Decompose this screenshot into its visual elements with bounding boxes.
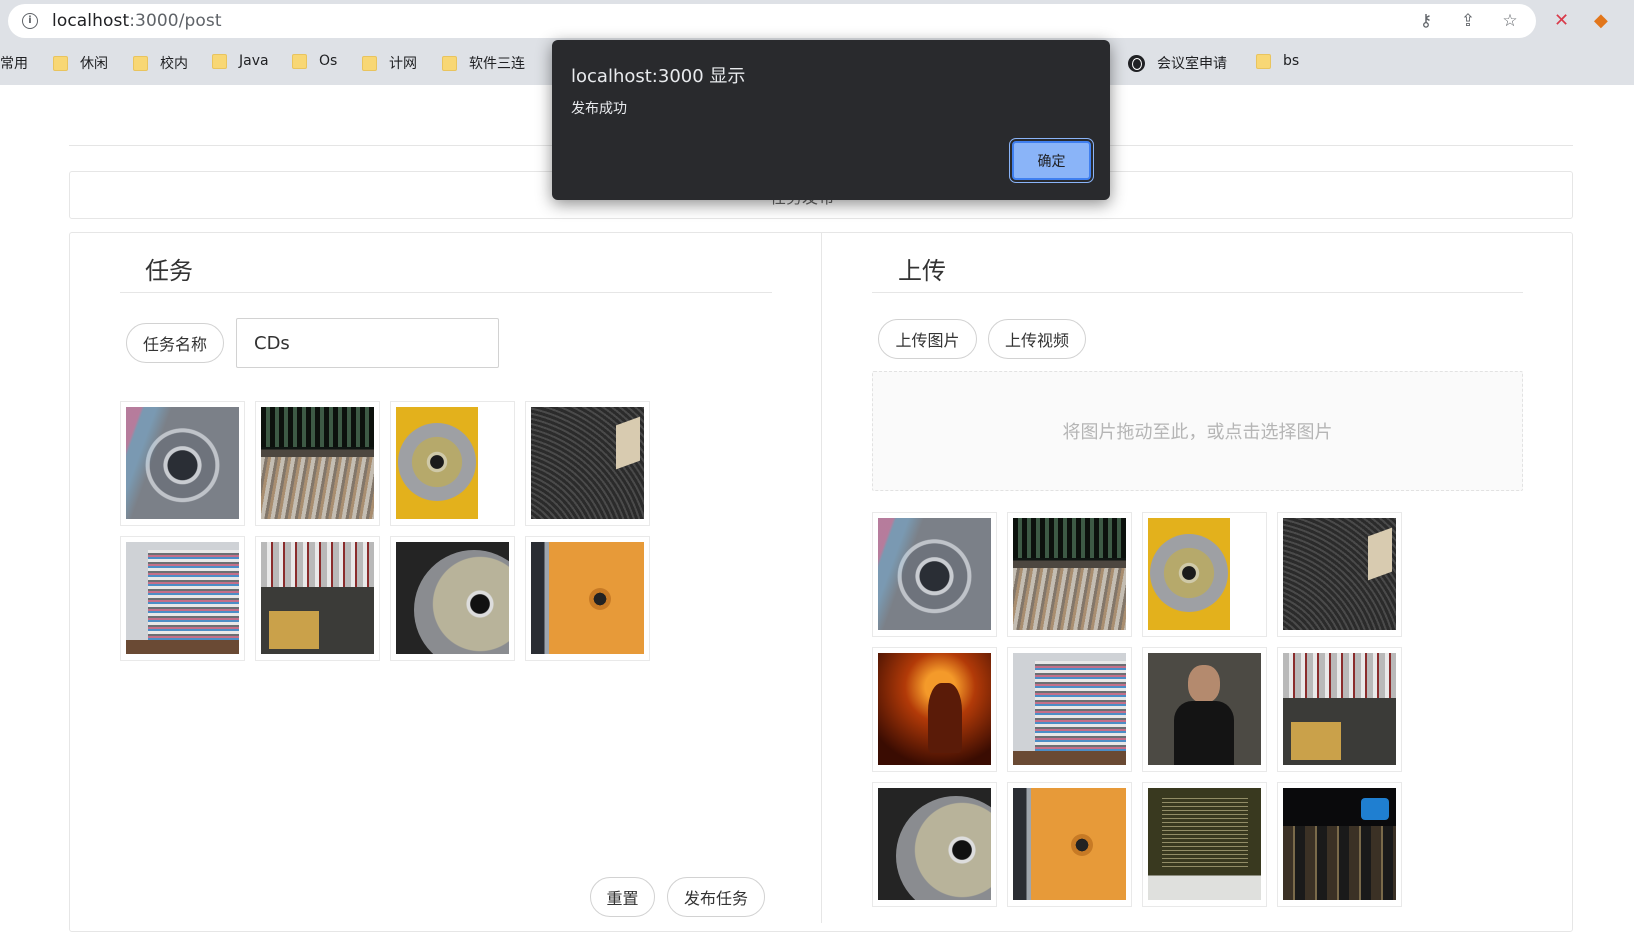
extension-icon[interactable]: ✕ xyxy=(1554,11,1569,31)
folder-icon xyxy=(53,55,68,71)
uploaded-image xyxy=(1148,788,1261,900)
uploaded-image xyxy=(1283,518,1396,630)
uploaded-image xyxy=(878,653,991,765)
uploaded-image xyxy=(1148,653,1261,765)
alert-dialog: localhost:3000 显示 发布成功 确定 xyxy=(552,40,1110,200)
uploaded-image-thumb[interactable] xyxy=(1277,782,1402,907)
uploaded-image-thumb[interactable] xyxy=(872,512,997,637)
folder-icon xyxy=(1256,53,1271,69)
uploaded-image xyxy=(878,518,991,630)
task-image-thumb[interactable] xyxy=(120,401,245,526)
task-image-thumb[interactable] xyxy=(525,401,650,526)
uploaded-image xyxy=(1148,518,1261,630)
task-image xyxy=(531,407,644,519)
uploaded-image xyxy=(878,788,991,900)
task-name-input[interactable]: CDs xyxy=(236,318,499,368)
uploaded-image xyxy=(1013,653,1126,765)
bookmark-item[interactable]: 计网 xyxy=(362,53,417,73)
folder-icon xyxy=(292,53,307,69)
folder-icon xyxy=(362,55,377,71)
task-image-thumb[interactable] xyxy=(525,536,650,661)
task-image-thumb[interactable] xyxy=(390,401,515,526)
address-bar[interactable]: i localhost:3000/post ⚷ ⇪ ☆ xyxy=(8,4,1536,38)
globe-icon xyxy=(1128,54,1145,72)
key-icon[interactable]: ⚷ xyxy=(1416,11,1436,31)
dialog-title: localhost:3000 显示 xyxy=(571,66,746,87)
task-image-thumb[interactable] xyxy=(390,536,515,661)
task-section-title: 任务 xyxy=(145,257,193,285)
task-image xyxy=(126,407,239,519)
uploaded-image-thumb[interactable] xyxy=(1142,782,1267,907)
folder-icon xyxy=(133,55,148,71)
bookmark-item[interactable]: Os xyxy=(292,53,337,69)
upload-image-button[interactable]: 上传图片 xyxy=(878,319,977,359)
uploaded-image-thumb[interactable] xyxy=(1277,647,1402,772)
task-image xyxy=(396,407,509,519)
metamask-icon[interactable]: ◆ xyxy=(1594,11,1608,31)
uploaded-image-thumb[interactable] xyxy=(1142,512,1267,637)
bookmark-item[interactable]: 软件三连 xyxy=(442,53,525,73)
uploaded-image xyxy=(1013,518,1126,630)
uploaded-image xyxy=(1283,788,1396,900)
bookmark-item[interactable]: Java xyxy=(212,53,269,69)
task-image-thumb[interactable] xyxy=(255,536,380,661)
uploaded-image-thumb[interactable] xyxy=(872,782,997,907)
url-text[interactable]: localhost:3000/post xyxy=(52,11,222,31)
publish-task-button[interactable]: 发布任务 xyxy=(667,877,765,917)
folder-icon xyxy=(442,55,457,71)
task-image xyxy=(261,542,374,654)
task-name-label: 任务名称 xyxy=(126,323,224,363)
task-image xyxy=(531,542,644,654)
divider xyxy=(872,292,1523,293)
drop-hint: 将图片拖动至此，或点击选择图片 xyxy=(1062,422,1333,443)
share-icon[interactable]: ⇪ xyxy=(1458,11,1478,31)
bookmark-item[interactable]: 休闲 xyxy=(53,53,108,73)
bookmark-item[interactable]: bs xyxy=(1256,53,1299,69)
star-icon[interactable]: ☆ xyxy=(1500,11,1520,31)
uploaded-image-thumb[interactable] xyxy=(872,647,997,772)
folder-icon xyxy=(212,53,227,69)
bookmark-item[interactable]: 会议室申请 xyxy=(1128,53,1227,73)
ok-button[interactable]: 确定 xyxy=(1012,141,1091,180)
site-info-icon[interactable]: i xyxy=(22,13,38,29)
bookmark-item[interactable]: 校内 xyxy=(133,53,188,73)
uploaded-image-thumb[interactable] xyxy=(1007,647,1132,772)
uploaded-image-thumb[interactable] xyxy=(1007,512,1132,637)
uploaded-image xyxy=(1013,788,1126,900)
bookmark-item[interactable]: 常用 xyxy=(0,53,28,73)
task-image xyxy=(261,407,374,519)
task-image xyxy=(396,542,509,654)
task-image-thumb[interactable] xyxy=(120,536,245,661)
reset-button[interactable]: 重置 xyxy=(590,877,655,917)
image-drop-zone[interactable]: 将图片拖动至此，或点击选择图片 xyxy=(872,371,1523,491)
uploaded-image-thumb[interactable] xyxy=(1277,512,1402,637)
task-image xyxy=(126,542,239,654)
dialog-message: 发布成功 xyxy=(571,101,627,117)
uploaded-image xyxy=(1283,653,1396,765)
column-divider xyxy=(821,233,822,923)
divider xyxy=(120,292,772,293)
upload-section-title: 上传 xyxy=(898,257,946,285)
upload-video-button[interactable]: 上传视频 xyxy=(988,319,1086,359)
page-content: 任务发布 任务 任务名称 CDs 重置 发布任务 上传 上传图片 上传视频 将图… xyxy=(0,85,1634,932)
task-image-thumb[interactable] xyxy=(255,401,380,526)
uploaded-image-thumb[interactable] xyxy=(1142,647,1267,772)
uploaded-image-thumb[interactable] xyxy=(1007,782,1132,907)
